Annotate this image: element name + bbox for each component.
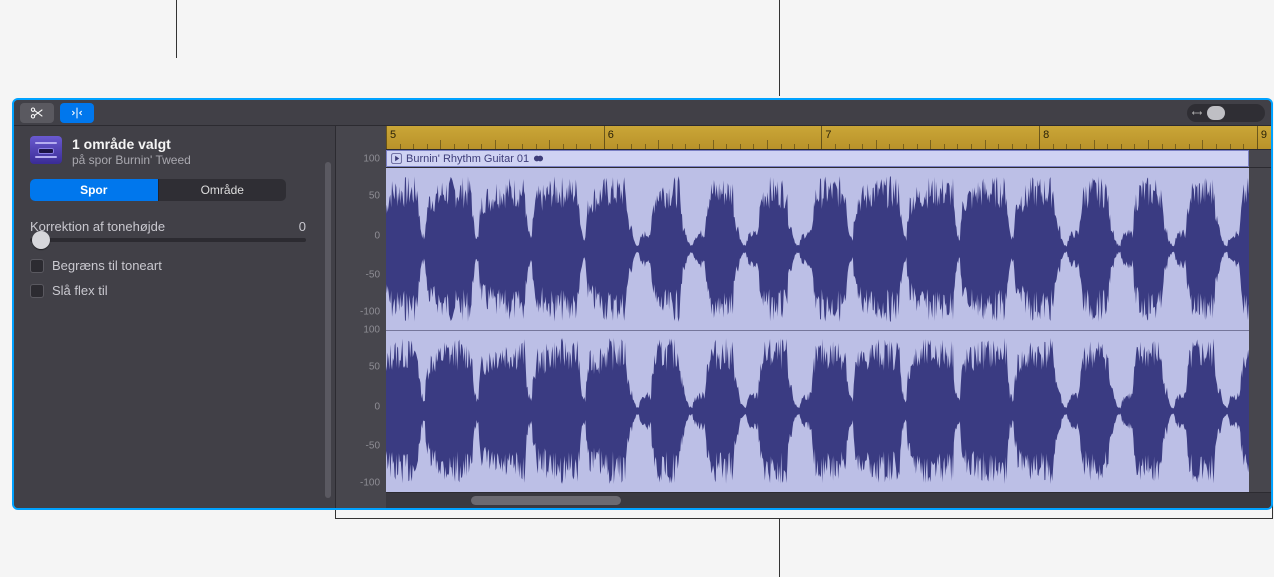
ruler-bar-label: 9 — [1261, 129, 1267, 141]
waveform-canvas[interactable] — [386, 168, 1271, 492]
ruler-bar-label: 7 — [825, 129, 831, 141]
gutter-tick: 50 — [336, 362, 380, 373]
checkbox-icon — [30, 259, 44, 273]
horizontal-scrollbar[interactable] — [386, 492, 1271, 508]
inspector-title: 1 område valgt — [72, 136, 191, 152]
scissors-tool-button[interactable] — [20, 103, 54, 123]
inspector-scrollbar[interactable] — [325, 162, 331, 498]
gutter-tick: 50 — [336, 191, 380, 202]
gutter-tick: 0 — [336, 401, 380, 412]
zoom-thumb[interactable] — [1207, 106, 1225, 120]
pitch-correction-slider[interactable] — [30, 238, 306, 242]
callout-line — [779, 518, 780, 577]
amplitude-gutter: 100 50 0 -50 -100 100 50 0 -50 -100 — [336, 150, 386, 492]
ruler-bar-label: 5 — [390, 129, 396, 141]
gutter-tick: -100 — [336, 478, 380, 489]
seg-spor[interactable]: Spor — [30, 179, 159, 201]
ruler-bar-label: 6 — [608, 129, 614, 141]
callout-line — [335, 518, 1273, 519]
enable-flex-label: Slå flex til — [52, 283, 108, 298]
editor-toolbar — [14, 100, 1271, 126]
amp-icon — [30, 136, 62, 164]
pitch-correction-label: Korrektion af tonehøjde — [30, 219, 165, 234]
region-name: Burnin' Rhythm Guitar 01 — [406, 153, 529, 165]
playhead-arrows-icon — [69, 105, 85, 121]
waveform-svg — [386, 168, 1249, 492]
gutter-tick: -50 — [336, 440, 380, 451]
gutter-tick: 0 — [336, 230, 380, 241]
gutter-tick: 100 — [336, 153, 380, 164]
region-chip[interactable]: Burnin' Rhythm Guitar 01 — [386, 150, 1249, 167]
slider-thumb[interactable] — [32, 231, 50, 249]
horizontal-zoom-slider[interactable] — [1187, 104, 1265, 122]
catch-playhead-button[interactable] — [60, 103, 94, 123]
limit-to-key-checkbox[interactable]: Begræns til toneart — [30, 258, 321, 273]
pitch-correction-value: 0 — [299, 219, 306, 234]
inspector-subtitle: på spor Burnin' Tweed — [72, 153, 191, 167]
checkbox-icon — [30, 284, 44, 298]
callout-line — [176, 0, 177, 58]
bar-ruler[interactable]: 5 6 7 8 9 — [386, 126, 1271, 150]
callout-line — [779, 0, 780, 96]
inspector-panel: 1 område valgt på spor Burnin' Tweed Spo… — [14, 126, 336, 508]
region-header-strip: Burnin' Rhythm Guitar 01 — [386, 150, 1271, 168]
gutter-tick: -100 — [336, 307, 380, 318]
play-icon — [391, 153, 402, 164]
zoom-horiz-icon — [1191, 107, 1203, 119]
pitch-correction-row: Korrektion af tonehøjde 0 — [30, 219, 306, 242]
scrollbar-thumb[interactable] — [471, 496, 621, 505]
ruler-bar-label: 8 — [1043, 129, 1049, 141]
audio-editor-window: 1 område valgt på spor Burnin' Tweed Spo… — [12, 98, 1273, 510]
enable-flex-checkbox[interactable]: Slå flex til — [30, 283, 321, 298]
gutter-tick: -50 — [336, 269, 380, 280]
gutter-tick: 100 — [336, 324, 380, 335]
waveform-area: 5 6 7 8 9 Burnin' Rhythm Guitar 01 — [336, 126, 1271, 508]
limit-to-key-label: Begræns til toneart — [52, 258, 162, 273]
loop-icon — [533, 153, 544, 164]
seg-omraade[interactable]: Område — [159, 179, 287, 201]
inspector-mode-segmented[interactable]: Spor Område — [30, 179, 286, 201]
scissors-icon — [29, 105, 45, 121]
